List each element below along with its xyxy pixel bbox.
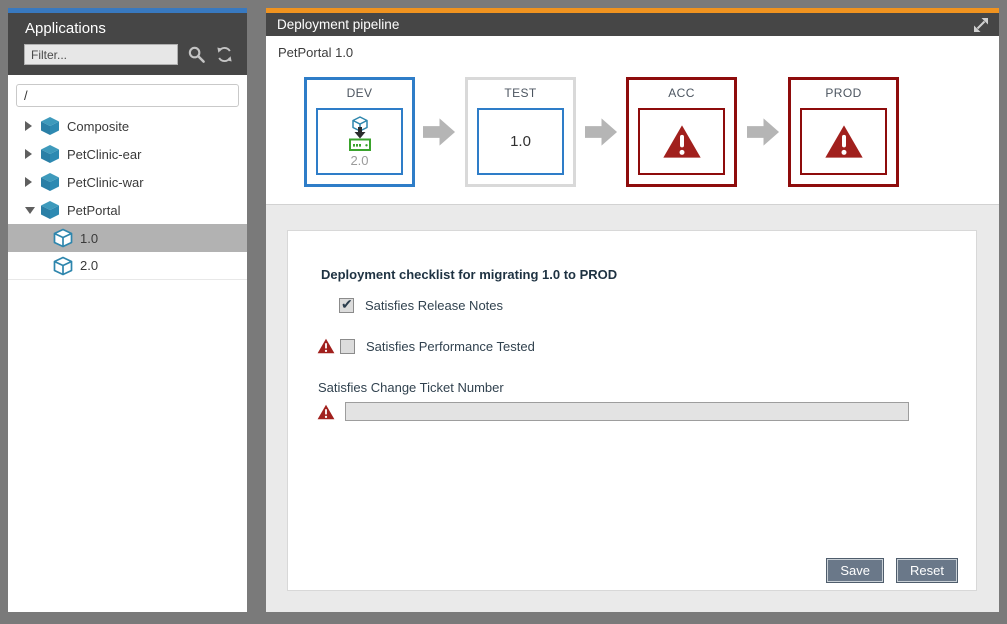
pipeline-arrow-icon bbox=[585, 117, 618, 147]
stage-test[interactable]: TEST 1.0 bbox=[465, 77, 576, 187]
tree-item-label: PetClinic-war bbox=[67, 175, 144, 190]
deploy-in-progress-icon bbox=[345, 116, 375, 152]
tree-item-label: 1.0 bbox=[80, 231, 98, 246]
checklist-section: Deployment checklist for migrating 1.0 t… bbox=[266, 204, 999, 612]
deployment-checklist-card: Deployment checklist for migrating 1.0 t… bbox=[287, 230, 977, 591]
ticket-number-row bbox=[317, 402, 909, 421]
application-cube-icon bbox=[40, 172, 60, 192]
refresh-icon[interactable] bbox=[215, 45, 234, 64]
checkbox-label: Satisfies Release Notes bbox=[365, 298, 503, 313]
filter-input[interactable] bbox=[24, 44, 178, 65]
tree-item-petclinic-ear[interactable]: PetClinic-ear bbox=[8, 140, 247, 168]
release-notes-checkbox[interactable] bbox=[339, 298, 354, 313]
expander-expanded-icon[interactable] bbox=[25, 207, 35, 214]
tree-path-input[interactable] bbox=[16, 84, 239, 107]
expander-collapsed-icon[interactable] bbox=[25, 177, 35, 187]
warning-icon bbox=[317, 404, 335, 420]
tree-item-petclinic-war[interactable]: PetClinic-war bbox=[8, 168, 247, 196]
stage-acc[interactable]: ACC bbox=[626, 77, 737, 187]
sidebar-title: Applications bbox=[8, 13, 247, 44]
version-cube-icon bbox=[53, 228, 73, 248]
application-cube-icon bbox=[40, 116, 60, 136]
tree-item-version-2-0[interactable]: 2.0 bbox=[8, 252, 247, 280]
ticket-number-input[interactable] bbox=[345, 402, 909, 421]
stage-name: TEST bbox=[468, 86, 573, 100]
ticket-number-label: Satisfies Change Ticket Number bbox=[318, 380, 504, 395]
stage-version: 2.0 bbox=[350, 153, 368, 168]
tree-item-version-1-0[interactable]: 1.0 bbox=[8, 224, 247, 252]
main-header: Deployment pipeline bbox=[266, 13, 999, 36]
stage-name: ACC bbox=[629, 86, 734, 100]
application-cube-icon bbox=[40, 144, 60, 164]
application-cube-icon bbox=[40, 200, 60, 220]
warning-icon bbox=[662, 124, 702, 159]
version-cube-icon bbox=[53, 256, 73, 276]
save-button[interactable]: Save bbox=[826, 558, 884, 583]
warning-icon bbox=[317, 338, 335, 354]
stage-acc-blocked bbox=[638, 108, 725, 175]
expander-collapsed-icon[interactable] bbox=[25, 149, 35, 159]
checklist-title: Deployment checklist for migrating 1.0 t… bbox=[321, 267, 617, 282]
deployment-pipeline-panel: Deployment pipeline PetPortal 1.0 DEV 2.… bbox=[266, 8, 999, 612]
stage-name: DEV bbox=[307, 86, 412, 100]
stage-dev[interactable]: DEV 2.0 bbox=[304, 77, 415, 187]
expand-icon[interactable] bbox=[972, 16, 990, 34]
panel-title: Deployment pipeline bbox=[277, 17, 972, 32]
checklist-item-performance-tested: Satisfies Performance Tested bbox=[317, 338, 535, 354]
performance-tested-checkbox[interactable] bbox=[340, 339, 355, 354]
warning-icon bbox=[824, 124, 864, 159]
pipeline-arrow-icon bbox=[423, 117, 456, 147]
stage-version: 1.0 bbox=[510, 133, 531, 150]
tree-item-label: Composite bbox=[67, 119, 129, 134]
stage-test-deployment: 1.0 bbox=[477, 108, 564, 175]
pipeline-subtitle: PetPortal 1.0 bbox=[266, 36, 999, 60]
tree-item-label: 2.0 bbox=[80, 258, 98, 273]
reset-button[interactable]: Reset bbox=[896, 558, 958, 583]
stage-name: PROD bbox=[791, 86, 896, 100]
stage-prod-blocked bbox=[800, 108, 887, 175]
tree-item-label: PetClinic-ear bbox=[67, 147, 141, 162]
applications-panel: Applications Composite bbox=[8, 8, 247, 612]
expander-collapsed-icon[interactable] bbox=[25, 121, 35, 131]
pipeline-arrow-icon bbox=[747, 117, 780, 147]
checkbox-label: Satisfies Performance Tested bbox=[366, 339, 535, 354]
stage-prod[interactable]: PROD bbox=[788, 77, 899, 187]
search-icon[interactable] bbox=[187, 45, 206, 64]
applications-tree: Composite PetClinic-ear PetClinic-war bbox=[8, 112, 247, 280]
tree-item-composite[interactable]: Composite bbox=[8, 112, 247, 140]
tree-item-label: PetPortal bbox=[67, 203, 120, 218]
tree-item-petportal[interactable]: PetPortal bbox=[8, 196, 247, 224]
checklist-item-release-notes: Satisfies Release Notes bbox=[339, 298, 503, 313]
stage-dev-deployment: 2.0 bbox=[316, 108, 403, 175]
sidebar-header: Applications bbox=[8, 13, 247, 75]
